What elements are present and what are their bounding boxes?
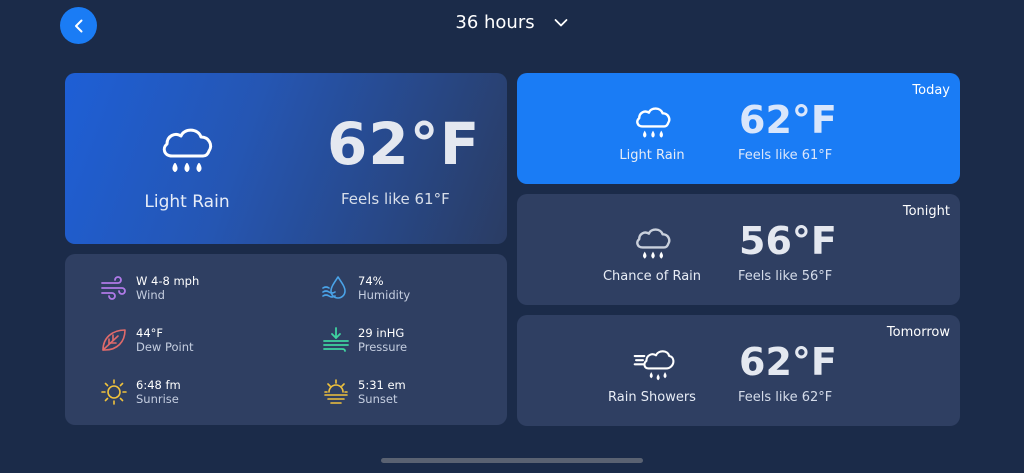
timeframe-label: 36 hours [455, 12, 535, 33]
forecast-card-tonight[interactable]: Tonight Chance of Rain 56°F Feels like 5… [517, 194, 960, 305]
wind-label: Wind [136, 288, 165, 302]
forecast-card-today[interactable]: Today Light Rain 62°F Feels like 61°F [517, 73, 960, 184]
humidity-value: 74% [358, 274, 384, 288]
sunrise-icon [101, 379, 127, 405]
detail-sunset: 5:31 em Sunset [322, 378, 406, 406]
forecast-feels-like: Feels like 61°F [738, 148, 833, 163]
sunset-icon [324, 379, 348, 404]
dew-point-label: Dew Point [136, 340, 194, 354]
detail-dew-point: 44°F Dew Point [100, 326, 194, 354]
dew-point-leaf-icon [102, 329, 126, 351]
rain-cloud-icon [636, 107, 671, 138]
forecast-period: Today [912, 83, 950, 98]
sunrise-value: 6:48 fm [136, 378, 181, 392]
chevron-down-icon [554, 18, 568, 26]
forecast-temperature: 62°F [739, 340, 837, 384]
forecast-feels-like: Feels like 62°F [738, 390, 833, 405]
sunset-value: 5:31 em [358, 378, 406, 392]
forecast-card-tomorrow[interactable]: Tomorrow Rain Showers 62°F Feels like 62… [517, 315, 960, 426]
home-indicator[interactable] [381, 458, 643, 463]
detail-sunrise: 6:48 fm Sunrise [100, 378, 181, 406]
pressure-value: 29 inHG [358, 326, 405, 340]
pressure-label: Pressure [358, 340, 408, 354]
forecast-temperature: 56°F [739, 219, 837, 263]
wind-icon [101, 276, 126, 300]
forecast-period: Tomorrow [886, 325, 950, 340]
detail-pressure: 29 inHG Pressure [322, 326, 407, 354]
humidity-label: Humidity [358, 288, 411, 302]
rain-showers-icon [633, 350, 675, 381]
forecast-period: Tonight [902, 204, 950, 219]
dew-point-value: 44°F [136, 326, 163, 340]
rain-cloud-icon [162, 128, 213, 172]
rain-cloud-icon [636, 228, 671, 259]
forecast-condition: Rain Showers [608, 390, 696, 405]
forecast-condition: Chance of Rain [602, 269, 702, 284]
humidity-icon [322, 276, 346, 299]
detail-wind: W 4-8 mph Wind [100, 274, 199, 302]
sunrise-label: Sunrise [136, 392, 179, 406]
forecast-condition: Light Rain [619, 148, 685, 163]
timeframe-selector[interactable]: 36 hours [0, 12, 1024, 33]
current-condition: Light Rain [144, 192, 230, 212]
current-temperature: 62°F [327, 110, 481, 178]
wind-value: W 4-8 mph [136, 274, 200, 288]
forecast-temperature: 62°F [739, 98, 837, 142]
current-feels-like: Feels like 61°F [341, 190, 450, 208]
detail-humidity: 74% Humidity [322, 274, 410, 302]
forecast-feels-like: Feels like 56°F [738, 269, 833, 284]
sunset-label: Sunset [358, 392, 398, 406]
pressure-icon [323, 327, 349, 352]
